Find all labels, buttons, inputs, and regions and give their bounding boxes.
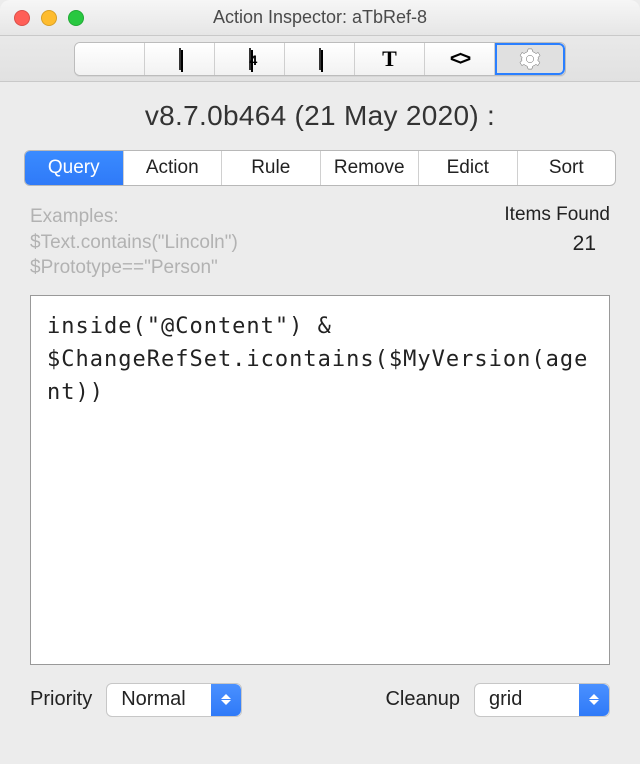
items-found-count: 21 [440,232,596,256]
examples-line-1: $Text.contains("Lincoln") [30,230,440,256]
drawer-icon [97,48,123,70]
segment-gradient[interactable] [285,43,355,75]
priority-select[interactable]: Normal [106,683,242,717]
info-row: Examples: $Text.contains("Lincoln") $Pro… [0,186,640,289]
examples-label: Examples: [30,204,440,230]
chevron-updown-icon [211,684,241,716]
page-icon [167,48,193,70]
segment-four[interactable] [215,43,285,75]
examples-block: Examples: $Text.contains("Lincoln") $Pro… [30,204,440,281]
tab-query[interactable]: Query [25,151,124,185]
tab-action[interactable]: Action [124,151,223,185]
minimize-icon[interactable] [41,10,57,26]
zoom-icon[interactable] [68,10,84,26]
cleanup-value: grid [489,688,522,711]
items-found-label: Items Found [440,204,610,226]
agent-tabs: Query Action Rule Remove Edict Sort [24,150,616,186]
query-input[interactable]: inside("@Content") & $ChangeRefSet.icont… [30,295,610,665]
segment-drawer[interactable] [75,43,145,75]
tab-remove[interactable]: Remove [321,151,420,185]
window-title: Action Inspector: aTbRef-8 [0,7,640,28]
gear-icon [519,48,541,70]
tab-sort[interactable]: Sort [518,151,616,185]
segment-code[interactable]: <> [425,43,495,75]
inspector-segments: T <> [74,42,566,76]
priority-label: Priority [30,688,92,711]
segment-page[interactable] [145,43,215,75]
four-page-icon [237,48,263,70]
cleanup-label: Cleanup [385,688,460,711]
segment-gear[interactable] [495,43,565,75]
note-subtitle: v8.7.0b464 (21 May 2020) : [0,82,640,150]
tab-rule[interactable]: Rule [222,151,321,185]
code-icon: <> [447,48,473,70]
cleanup-select[interactable]: grid [474,683,610,717]
window-controls [0,10,84,26]
items-found: Items Found 21 [440,204,610,281]
tab-edict[interactable]: Edict [419,151,518,185]
close-icon[interactable] [14,10,30,26]
examples-line-2: $Prototype=="Person" [30,255,440,281]
chevron-updown-icon [579,684,609,716]
gradient-square-icon [307,48,333,70]
titlebar: Action Inspector: aTbRef-8 [0,0,640,36]
segment-text[interactable]: T [355,43,425,75]
priority-value: Normal [121,688,185,711]
bottom-controls: Priority Normal Cleanup grid [0,665,640,717]
text-T-icon: T [377,48,403,70]
inspector-toolbar: T <> [0,36,640,82]
